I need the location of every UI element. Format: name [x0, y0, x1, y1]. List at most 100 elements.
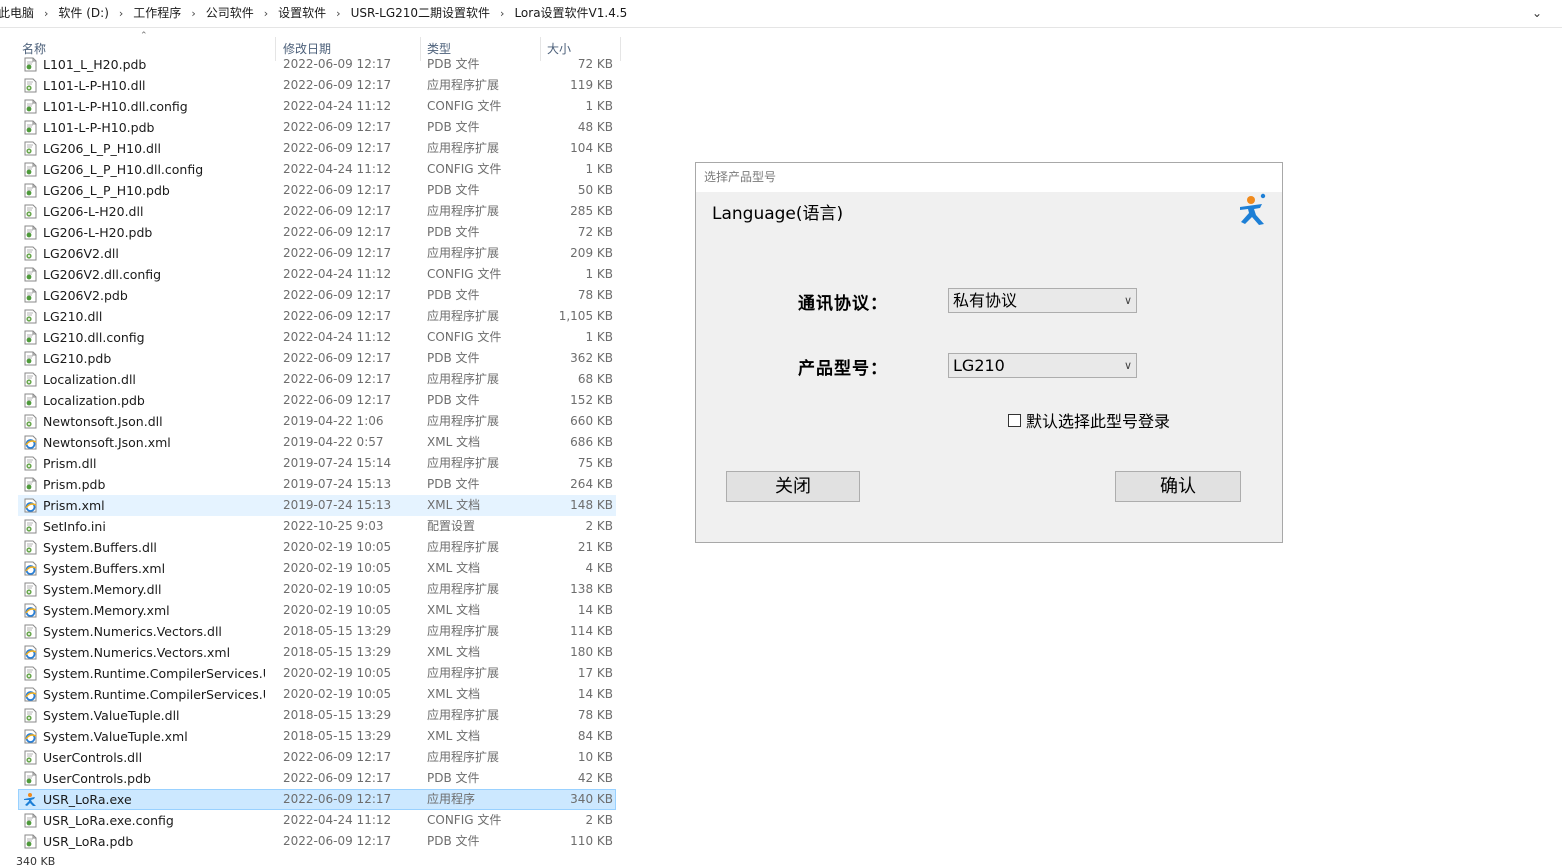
checkbox-box[interactable] — [1008, 413, 1021, 427]
chevron-right-icon[interactable]: › — [494, 0, 510, 27]
file-size: 209 KB — [570, 246, 613, 260]
file-row[interactable]: Prism.pdb 2019-07-24 15:13 PDB 文件 264 KB — [18, 474, 616, 495]
file-row[interactable]: System.Memory.dll 2020-02-19 10:05 应用程序扩展 1… — [18, 579, 616, 600]
file-row[interactable]: System.Runtime.CompilerServices.Un... 202… — [18, 663, 616, 684]
file-row[interactable]: System.Numerics.Vectors.dll 2018-05-15 13… — [18, 621, 616, 642]
file-row[interactable]: LG206-L-H20.dll 2022-06-09 12:17 应用程序扩展 285… — [18, 201, 616, 222]
file-row[interactable]: System.Buffers.xml 2020-02-19 10:05 XML 文档… — [18, 558, 616, 579]
file-row[interactable]: USR_LoRa.exe 2022-06-09 12:17 应用程序 340 KB — [18, 789, 616, 810]
dll-icon — [23, 246, 38, 261]
file-row[interactable]: UserControls.dll 2022-06-09 12:17 应用程序扩展 10… — [18, 747, 616, 768]
file-row[interactable]: System.ValueTuple.xml 2018-05-15 13:29 XML… — [18, 726, 616, 747]
chevron-right-icon[interactable]: › — [330, 0, 346, 27]
file-row[interactable]: L101-L-P-H10.pdb 2022-06-09 12:17 PDB 文件 48… — [18, 117, 616, 138]
close-button[interactable]: 关闭 — [726, 471, 860, 502]
file-row[interactable]: System.Buffers.dll 2020-02-19 10:05 应用程序扩展… — [18, 537, 616, 558]
file-date: 2022-06-09 12:17 — [283, 771, 392, 785]
dll-icon — [23, 414, 38, 429]
file-date: 2019-07-24 15:13 — [283, 498, 392, 512]
breadcrumb-item[interactable]: Lora设置软件V1.4.5 — [510, 0, 631, 27]
file-row[interactable]: USR_LoRa.pdb 2022-06-09 12:17 PDB 文件 110 KB — [18, 831, 616, 852]
file-date: 2022-04-24 11:12 — [283, 99, 392, 113]
breadcrumb-item[interactable]: 工作程序 — [129, 0, 185, 27]
model-select[interactable]: LG210 ∨ — [948, 353, 1137, 378]
file-name: LG206-L-H20.pdb — [43, 225, 153, 240]
file-size: 1 KB — [585, 330, 613, 344]
chevron-right-icon[interactable]: › — [113, 0, 129, 27]
chevron-right-icon[interactable]: › — [38, 0, 54, 27]
breadcrumb-item[interactable]: 此电脑 — [0, 0, 38, 27]
file-row[interactable]: Newtonsoft.Json.xml 2019-04-22 0:57 XML 文档… — [18, 432, 616, 453]
xml-icon — [23, 645, 38, 660]
file-row[interactable]: System.Memory.xml 2020-02-19 10:05 XML 文档 1… — [18, 600, 616, 621]
file-date: 2019-07-24 15:13 — [283, 477, 392, 491]
file-name: USR_LoRa.pdb — [43, 834, 134, 849]
file-icon — [23, 288, 38, 303]
file-size: 180 KB — [570, 645, 613, 659]
usr-logo-icon — [1240, 193, 1266, 225]
file-date: 2022-04-24 11:12 — [283, 162, 392, 176]
protocol-select[interactable]: 私有协议 ∨ — [948, 288, 1137, 313]
file-date: 2022-10-25 9:03 — [283, 519, 384, 533]
file-row[interactable]: SetInfo.ini 2022-10-25 9:03 配置设置 2 KB — [18, 516, 616, 537]
breadcrumb-item[interactable]: 设置软件 — [274, 0, 330, 27]
file-type: 应用程序扩展 — [427, 204, 500, 218]
dll-icon — [23, 582, 38, 597]
breadcrumb-item[interactable]: 公司软件 — [202, 0, 258, 27]
file-date: 2022-06-09 12:17 — [283, 372, 392, 386]
file-row[interactable]: Prism.xml 2019-07-24 15:13 XML 文档 148 KB — [18, 495, 616, 516]
file-row[interactable]: LG206-L-H20.pdb 2022-06-09 12:17 PDB 文件 72 … — [18, 222, 616, 243]
file-row[interactable]: L101-L-P-H10.dll 2022-06-09 12:17 应用程序扩展 11… — [18, 75, 616, 96]
file-row[interactable]: System.Runtime.CompilerServices.Un... 202… — [18, 684, 616, 705]
file-row[interactable]: Prism.dll 2019-07-24 15:14 应用程序扩展 75 KB — [18, 453, 616, 474]
file-icon — [23, 267, 38, 282]
file-row[interactable]: System.Numerics.Vectors.xml 2018-05-15 13… — [18, 642, 616, 663]
file-size: 84 KB — [577, 729, 613, 743]
file-type: PDB 文件 — [427, 57, 480, 71]
remember-model-checkbox[interactable]: 默认选择此型号登录 — [1008, 408, 1170, 432]
column-divider[interactable] — [620, 37, 621, 61]
xml-icon — [23, 603, 38, 618]
file-row[interactable]: LG206V2.dll.config 2022-04-24 11:12 CONFIG… — [18, 264, 616, 285]
file-row[interactable]: LG210.dll 2022-06-09 12:17 应用程序扩展 1,105 KB — [18, 306, 616, 327]
file-date: 2022-06-09 12:17 — [283, 57, 392, 71]
file-row[interactable]: LG206V2.dll 2022-06-09 12:17 应用程序扩展 209 KB — [18, 243, 616, 264]
file-size: 75 KB — [577, 456, 613, 470]
file-row[interactable]: LG206_L_P_H10.dll.config 2022-04-24 11:12… — [18, 159, 616, 180]
chevron-right-icon[interactable]: › — [258, 0, 274, 27]
file-row[interactable]: Localization.pdb 2022-06-09 12:17 PDB 文件 15… — [18, 390, 616, 411]
file-row[interactable]: LG206V2.pdb 2022-06-09 12:17 PDB 文件 78 KB — [18, 285, 616, 306]
file-size: 285 KB — [570, 204, 613, 218]
file-name: Newtonsoft.Json.xml — [43, 435, 171, 450]
file-row[interactable]: System.ValueTuple.dll 2018-05-15 13:29 应用程… — [18, 705, 616, 726]
chevron-right-icon[interactable]: › — [185, 0, 201, 27]
file-row[interactable]: LG210.dll.config 2022-04-24 11:12 CONFIG 文… — [18, 327, 616, 348]
file-row[interactable]: LG210.pdb 2022-06-09 12:17 PDB 文件 362 KB — [18, 348, 616, 369]
file-row[interactable]: LG206_L_P_H10.dll 2022-06-09 12:17 应用程序扩展 1… — [18, 138, 616, 159]
file-row[interactable]: LG206_L_P_H10.pdb 2022-06-09 12:17 PDB 文件 5… — [18, 180, 616, 201]
file-list[interactable]: L101_L_H20.pdb 2022-06-09 12:17 PDB 文件 72 K… — [18, 57, 618, 857]
file-name: UserControls.pdb — [43, 771, 151, 786]
file-row[interactable]: USR_LoRa.exe.config 2022-04-24 11:12 CONFI… — [18, 810, 616, 831]
file-row[interactable]: Newtonsoft.Json.dll 2019-04-22 1:06 应用程序扩展… — [18, 411, 616, 432]
file-date: 2020-02-19 10:05 — [283, 666, 392, 680]
select-model-dialog: 选择产品型号 Language(语言) 通讯协议： 私有协议 ∨ 产品型号： L… — [695, 162, 1283, 543]
file-date: 2022-06-09 12:17 — [283, 141, 392, 155]
file-row[interactable]: L101_L_H20.pdb 2022-06-09 12:17 PDB 文件 72 K… — [18, 57, 616, 75]
language-link[interactable]: Language(语言) — [712, 199, 843, 224]
file-row[interactable]: UserControls.pdb 2022-06-09 12:17 PDB 文件 42… — [18, 768, 616, 789]
breadcrumb-item[interactable]: 软件 (D:) — [54, 0, 112, 27]
file-type: 应用程序扩展 — [427, 666, 500, 680]
address-bar[interactable]: 此电脑 › 软件 (D:) › 工作程序 › 公司软件 › 设置软件 › USR-LG210二期设置… — [0, 0, 1562, 28]
file-icon — [23, 771, 38, 786]
file-type: 应用程序扩展 — [427, 750, 500, 764]
breadcrumb-item[interactable]: USR-LG210二期设置软件 — [347, 0, 494, 27]
file-row[interactable]: Localization.dll 2022-06-09 12:17 应用程序扩展 68… — [18, 369, 616, 390]
chevron-down-icon[interactable]: ⌄ — [1528, 4, 1546, 22]
status-selection-size: 340 KB — [16, 855, 56, 868]
confirm-button[interactable]: 确认 — [1115, 471, 1241, 502]
file-row[interactable]: L101-L-P-H10.dll.config 2022-04-24 11:12 C… — [18, 96, 616, 117]
file-date: 2018-05-15 13:29 — [283, 645, 392, 659]
file-name: SetInfo.ini — [43, 519, 106, 534]
dll-icon — [23, 141, 38, 156]
